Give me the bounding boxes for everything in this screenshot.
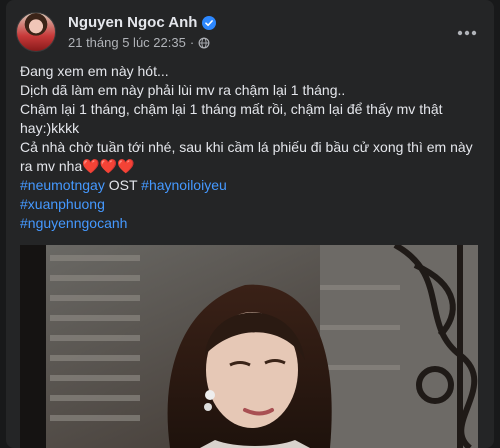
author-avatar[interactable] bbox=[16, 12, 56, 52]
post-card: Nguyen Ngoc Anh 21 tháng 5 lúc 22:35 · Đ… bbox=[6, 0, 494, 448]
post-line-with-hearts: Cả nhà chờ tuần tới nhé, sau khi cầm lá … bbox=[20, 138, 482, 176]
hashtag-haynoiloiyeu[interactable]: #haynoiloiyeu bbox=[141, 177, 227, 193]
hashtag-line: #neumotngay OST #haynoiloiyeu bbox=[20, 176, 482, 195]
hashtag-nguyenngocanh[interactable]: #nguyenngocanh bbox=[20, 214, 482, 233]
post-line: Đang xem em này hót... bbox=[20, 63, 169, 79]
post-body: Đang xem em này hót... Dịch dã làm em nà… bbox=[20, 62, 482, 233]
heart-emojis: ❤️❤️❤️ bbox=[82, 158, 135, 174]
post-options-button[interactable] bbox=[452, 18, 482, 48]
globe-icon[interactable] bbox=[198, 37, 210, 49]
hashtag-xuanphuong[interactable]: #xuanphuong bbox=[20, 195, 482, 214]
more-horizontal-icon bbox=[457, 30, 477, 36]
post-video-thumbnail[interactable] bbox=[20, 245, 478, 448]
hashtag-neumotngay[interactable]: #neumotngay bbox=[20, 177, 105, 193]
post-meta: 21 tháng 5 lúc 22:35 · bbox=[68, 35, 210, 50]
post-line: Chậm lại 1 tháng, chậm lại 1 tháng mất r… bbox=[20, 101, 443, 136]
video-frame-image bbox=[20, 245, 478, 448]
ost-text: OST bbox=[104, 177, 142, 193]
author-name[interactable]: Nguyen Ngoc Anh bbox=[68, 14, 197, 31]
meta-separator: · bbox=[189, 35, 195, 50]
verified-badge-icon bbox=[202, 15, 217, 30]
author-name-row: Nguyen Ngoc Anh bbox=[68, 14, 217, 31]
post-header: Nguyen Ngoc Anh 21 tháng 5 lúc 22:35 · bbox=[16, 10, 486, 54]
post-line: Dịch dã làm em này phải lùi mv ra chậm l… bbox=[20, 82, 346, 98]
post-timestamp[interactable]: 21 tháng 5 lúc 22:35 bbox=[68, 35, 186, 50]
